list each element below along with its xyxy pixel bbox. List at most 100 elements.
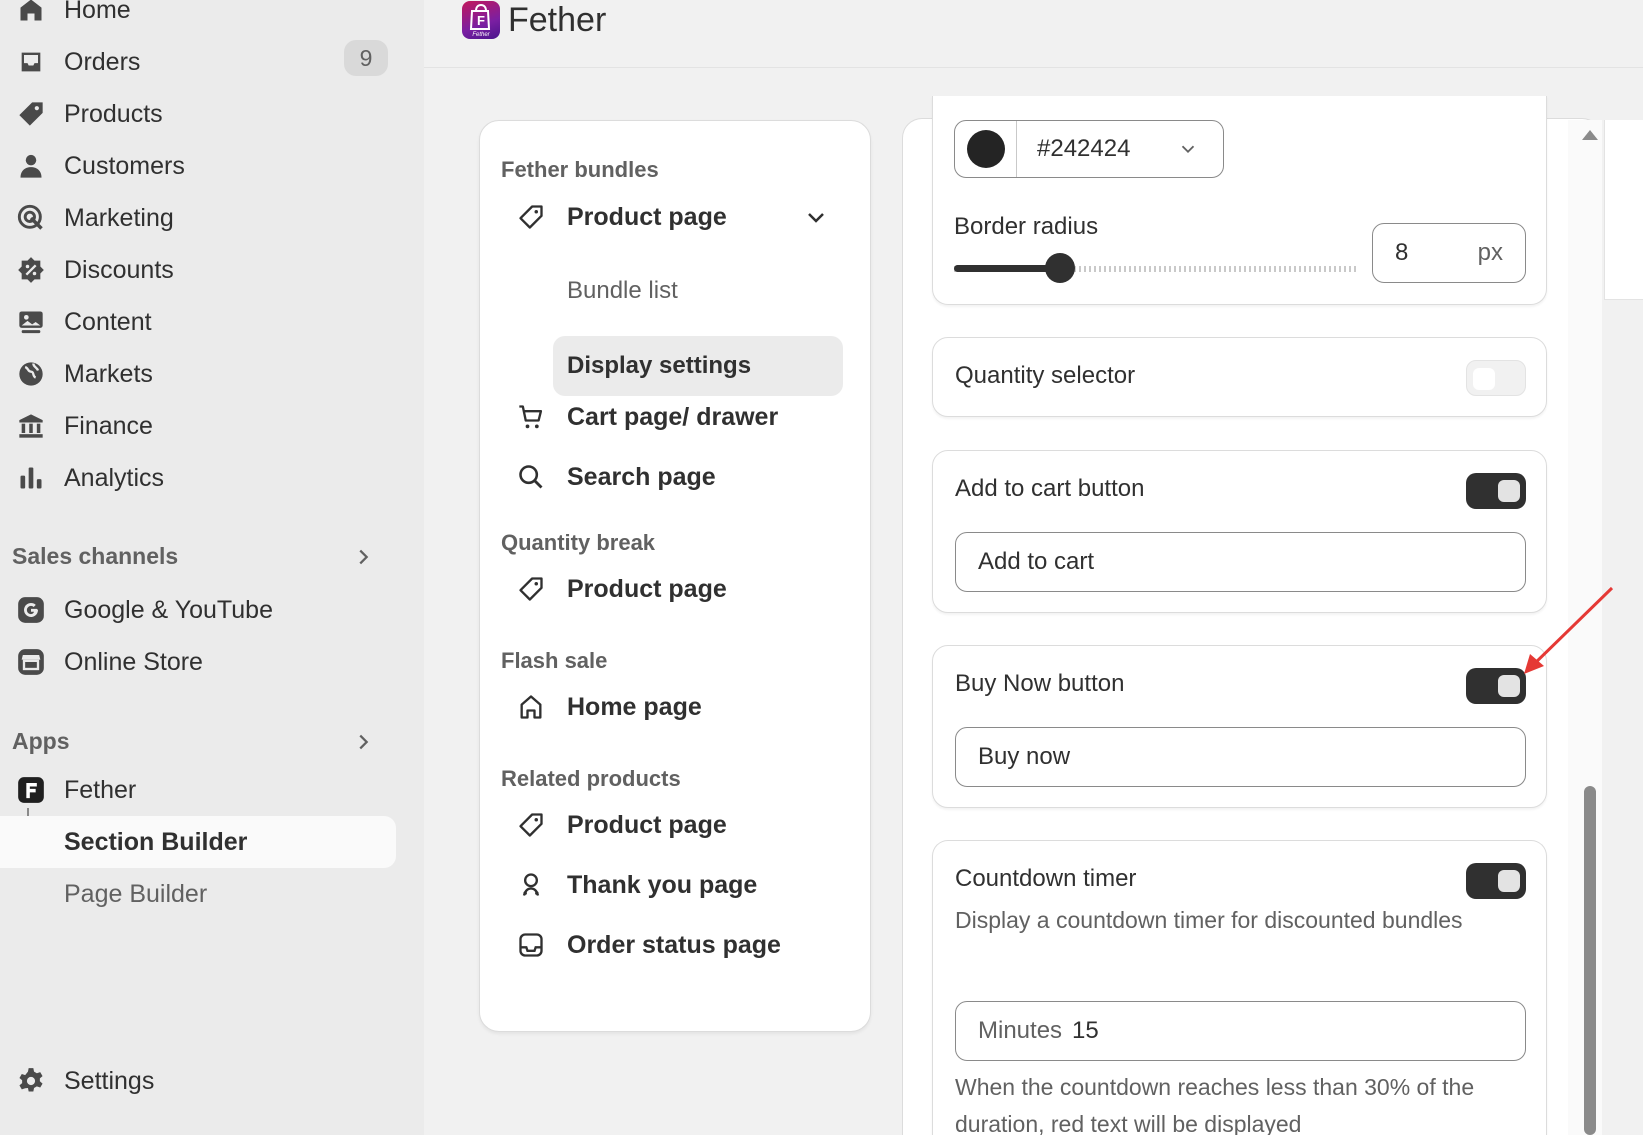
sidebar-item-orders[interactable]: Orders 9 bbox=[0, 38, 400, 86]
quantity-selector-label: Quantity selector bbox=[955, 362, 1136, 389]
chevron-right-icon bbox=[359, 734, 369, 749]
border-radius-slider-fill bbox=[954, 265, 1058, 272]
add-to-cart-toggle[interactable] bbox=[1466, 473, 1526, 509]
orders-count-badge: 9 bbox=[344, 40, 388, 76]
nav-subitem-label: Bundle list bbox=[567, 277, 678, 304]
section-nav-card: Fether bundles Product page Bundle list … bbox=[479, 120, 871, 1032]
sidebar-item-fether[interactable]: Fether bbox=[0, 766, 400, 814]
sidebar-item-google-youtube[interactable]: Google & YouTube bbox=[0, 586, 400, 634]
sidebar-item-label: Marketing bbox=[64, 203, 174, 232]
sidebar: Home Orders 9 Products Customers Marketi… bbox=[0, 0, 424, 1135]
logo-caption: Fether bbox=[472, 32, 490, 38]
countdown-minutes-input[interactable]: Minutes 15 bbox=[955, 1001, 1526, 1061]
sidebar-item-label: Home bbox=[64, 0, 131, 24]
sales-channels-header[interactable]: Sales channels bbox=[12, 543, 372, 570]
sidebar-item-discounts[interactable]: Discounts bbox=[0, 246, 400, 294]
scrollbar-thumb[interactable] bbox=[1584, 786, 1596, 1135]
tag-icon bbox=[516, 810, 546, 840]
fether-app-icon bbox=[16, 775, 46, 805]
sidebar-item-markets[interactable]: Markets bbox=[0, 350, 400, 398]
buy-now-text-input[interactable]: Buy now bbox=[955, 727, 1526, 787]
border-radius-label: Border radius bbox=[954, 213, 1099, 240]
nav-item-order-status-page[interactable]: Order status page bbox=[516, 925, 832, 965]
countdown-timer-card: Countdown timer Display a countdown time… bbox=[932, 840, 1547, 1135]
nav-item-bundles-product-page[interactable]: Product page bbox=[516, 197, 832, 237]
tag-icon bbox=[516, 202, 546, 232]
sidebar-item-online-store[interactable]: Online Store bbox=[0, 638, 400, 686]
sidebar-item-section-builder[interactable]: Section Builder bbox=[0, 816, 396, 868]
apps-header[interactable]: Apps bbox=[12, 728, 372, 755]
sidebar-item-label: Customers bbox=[64, 151, 185, 180]
nav-item-related-product-page[interactable]: Product page bbox=[516, 805, 832, 845]
google-icon bbox=[16, 595, 46, 625]
right-preview-edge bbox=[1604, 120, 1643, 300]
nav-subitem-bundle-list[interactable]: Bundle list bbox=[553, 261, 843, 321]
nav-item-search-page[interactable]: Search page bbox=[516, 457, 832, 497]
inbox-icon bbox=[516, 930, 546, 960]
sidebar-item-label: Analytics bbox=[64, 463, 165, 492]
sidebar-item-content[interactable]: Content bbox=[0, 298, 400, 346]
nav-subitem-display-settings[interactable]: Display settings bbox=[553, 336, 843, 396]
gear-icon bbox=[16, 1066, 46, 1096]
sidebar-item-marketing[interactable]: Marketing bbox=[0, 194, 400, 242]
color-picker-field[interactable]: #242424 bbox=[954, 120, 1224, 178]
tag-icon bbox=[16, 99, 46, 129]
countdown-help-text: When the countdown reaches less than 30%… bbox=[955, 1074, 1475, 1135]
nav-item-label: Cart page/ drawer bbox=[567, 402, 779, 431]
sidebar-item-analytics[interactable]: Analytics bbox=[0, 454, 400, 502]
app-title: Fether bbox=[508, 0, 607, 39]
bank-icon bbox=[16, 411, 46, 441]
add-to-cart-text: Add to cart bbox=[978, 548, 1095, 575]
color-swatch-button[interactable] bbox=[955, 121, 1017, 177]
group-title-related-products: Related products bbox=[501, 766, 681, 791]
sidebar-item-label: Google & YouTube bbox=[64, 595, 273, 624]
sidebar-item-products[interactable]: Products bbox=[0, 90, 400, 138]
border-radius-slider-handle[interactable] bbox=[1045, 253, 1075, 283]
scroll-up-arrow-icon[interactable] bbox=[1582, 130, 1598, 140]
apps-label: Apps bbox=[12, 728, 70, 754]
nav-item-quantity-product-page[interactable]: Product page bbox=[516, 569, 832, 609]
add-to-cart-text-input[interactable]: Add to cart bbox=[955, 532, 1526, 592]
logo-letter: F bbox=[477, 13, 485, 28]
home-icon bbox=[16, 0, 46, 25]
cart-icon bbox=[516, 402, 546, 432]
store-icon bbox=[16, 647, 46, 677]
countdown-timer-toggle[interactable] bbox=[1466, 863, 1526, 899]
border-radius-value: 8 bbox=[1395, 239, 1409, 266]
fether-logo: F Fether bbox=[462, 1, 500, 39]
discount-icon bbox=[16, 255, 46, 285]
nav-item-label: Product page bbox=[567, 810, 727, 839]
orders-icon bbox=[16, 47, 46, 77]
sidebar-item-label: Orders bbox=[64, 47, 141, 76]
sidebar-item-page-builder[interactable]: Page Builder bbox=[0, 868, 396, 920]
group-title-fether-bundles: Fether bundles bbox=[501, 157, 659, 182]
nav-item-label: Search page bbox=[567, 462, 716, 491]
nav-item-label: Product page bbox=[567, 574, 727, 603]
border-radius-input[interactable]: 8 px bbox=[1372, 223, 1526, 283]
nav-item-home-page[interactable]: Home page bbox=[516, 687, 832, 727]
sidebar-item-label: Discounts bbox=[64, 255, 174, 284]
bar-chart-icon bbox=[16, 463, 46, 493]
chevron-down-icon bbox=[808, 213, 824, 223]
target-icon bbox=[16, 203, 46, 233]
sidebar-item-settings[interactable]: Settings bbox=[0, 1057, 400, 1105]
tag-icon bbox=[516, 574, 546, 604]
sidebar-item-label: Online Store bbox=[64, 647, 203, 676]
nav-item-cart-page-drawer[interactable]: Cart page/ drawer bbox=[516, 397, 832, 437]
nav-item-label: Order status page bbox=[567, 930, 781, 959]
sidebar-item-label: Section Builder bbox=[64, 827, 248, 856]
border-radius-unit: px bbox=[1477, 239, 1503, 266]
sidebar-item-customers[interactable]: Customers bbox=[0, 142, 400, 190]
sidebar-item-label: Fether bbox=[64, 775, 137, 804]
sidebar-item-label: Page Builder bbox=[64, 879, 208, 908]
group-title-flash-sale: Flash sale bbox=[501, 648, 608, 673]
color-swatch bbox=[966, 130, 1005, 168]
sidebar-item-finance[interactable]: Finance bbox=[0, 402, 400, 450]
sidebar-item-label: Finance bbox=[64, 411, 153, 440]
quantity-selector-toggle[interactable] bbox=[1466, 360, 1526, 396]
sales-channels-label: Sales channels bbox=[12, 543, 179, 569]
nav-item-thank-you-page[interactable]: Thank you page bbox=[516, 865, 832, 905]
minutes-value: 15 bbox=[1072, 1017, 1099, 1044]
home-icon bbox=[516, 692, 546, 722]
sidebar-item-home[interactable]: Home bbox=[0, 0, 400, 34]
